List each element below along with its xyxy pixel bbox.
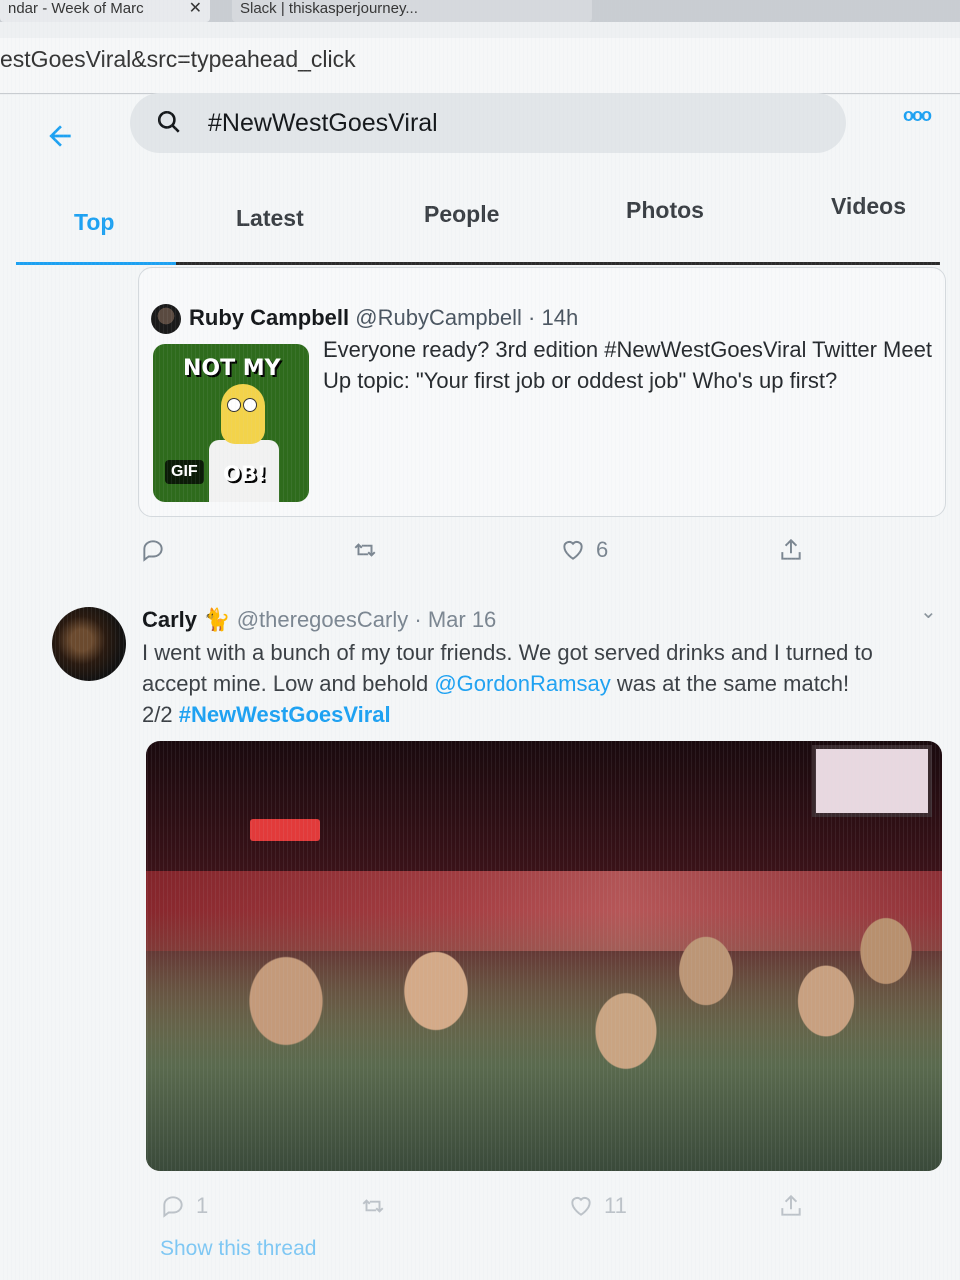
homer-head-shape bbox=[221, 384, 265, 444]
like-count: 11 bbox=[604, 1193, 627, 1218]
tweet-time: 14h bbox=[541, 305, 579, 330]
mention-link[interactable]: @GordonRamsay bbox=[434, 671, 610, 696]
reply-icon bbox=[143, 540, 163, 562]
search-input[interactable]: #NewWestGoesViral bbox=[130, 93, 846, 153]
heart-icon bbox=[571, 1196, 591, 1216]
reply-button[interactable] bbox=[140, 537, 176, 563]
browser-tab-title: Slack | thiskasperjourney... bbox=[240, 0, 418, 17]
quoted-tweet-text: Everyone ready? 3rd edition #NewWestGoes… bbox=[323, 337, 932, 393]
like-count: 6 bbox=[596, 537, 609, 562]
tweet-text-part: was at the same match! bbox=[610, 671, 850, 696]
retweet-icon bbox=[362, 1199, 384, 1213]
author-name[interactable]: Carly bbox=[142, 607, 197, 632]
chevron-down-icon[interactable]: ⌄ bbox=[920, 599, 937, 624]
gif-caption-bottom: OB! bbox=[223, 462, 267, 486]
tweet-actions: 1 11 bbox=[138, 1193, 818, 1233]
share-icon bbox=[781, 538, 801, 560]
author-name[interactable]: Ruby Campbell bbox=[189, 305, 349, 330]
search-icon bbox=[157, 110, 180, 133]
browser-tab-bar: ndar - Week of Marc ✕ Slack | thiskasper… bbox=[0, 0, 960, 22]
eye-shape bbox=[243, 398, 257, 412]
browser-tab-calendar[interactable]: ndar - Week of Marc ✕ bbox=[0, 0, 210, 22]
tweet-photo[interactable] bbox=[146, 741, 942, 1171]
reply-icon bbox=[163, 1196, 183, 1218]
back-button[interactable] bbox=[40, 120, 80, 160]
gif-caption-top: NOT MY bbox=[183, 356, 281, 381]
hashtag-link[interactable]: #NewWestGoesViral bbox=[179, 702, 391, 727]
quoted-tweet-header: Ruby Campbell @RubyCampbell · 14h bbox=[189, 305, 578, 331]
like-button[interactable]: 11 bbox=[568, 1193, 627, 1219]
retweet-button[interactable] bbox=[360, 1193, 396, 1219]
share-icon bbox=[781, 1194, 801, 1216]
url-text[interactable]: estGoesViral&src=typeahead_click bbox=[0, 46, 356, 73]
author-handle: @RubyCampbell bbox=[355, 305, 522, 330]
photo-sign-shape bbox=[250, 819, 320, 841]
reply-button[interactable]: 1 bbox=[160, 1193, 208, 1219]
like-button[interactable]: 6 bbox=[560, 537, 608, 563]
photo-crowd-shape bbox=[146, 911, 942, 1171]
retweet-button[interactable] bbox=[352, 537, 388, 563]
heart-icon bbox=[563, 540, 583, 560]
tab-latest[interactable]: Latest bbox=[236, 205, 304, 232]
quoted-tweet-card[interactable]: Ruby Campbell @RubyCampbell · 14h NOT MY… bbox=[138, 267, 946, 517]
tab-photos[interactable]: Photos bbox=[626, 197, 704, 224]
tweet-header: Carly 🐈 @theregoesCarly · Mar 16 bbox=[142, 607, 496, 633]
show-thread-link[interactable]: Show this thread bbox=[160, 1237, 316, 1261]
address-bar[interactable]: estGoesViral&src=typeahead_click bbox=[0, 38, 960, 94]
share-button[interactable] bbox=[778, 537, 804, 563]
active-tab-indicator bbox=[16, 262, 176, 265]
tab-top[interactable]: Top bbox=[74, 209, 114, 236]
tab-videos[interactable]: Videos bbox=[831, 193, 906, 220]
tweet-actions: 6 bbox=[138, 537, 818, 577]
thread-counter: 2/2 bbox=[142, 702, 179, 727]
search-tabs: Top Latest People Photos Videos bbox=[16, 185, 940, 265]
search-query: #NewWestGoesViral bbox=[208, 109, 438, 137]
avatar[interactable] bbox=[151, 304, 181, 334]
tweet-text: I went with a bunch of my tour friends. … bbox=[142, 637, 942, 730]
more-options-button[interactable]: ooo bbox=[903, 105, 932, 126]
browser-tab-title: ndar - Week of Marc bbox=[8, 0, 144, 17]
gif-badge: GIF bbox=[165, 460, 204, 484]
separator-dot: · bbox=[528, 305, 536, 330]
tweet-time: Mar 16 bbox=[427, 607, 497, 632]
gif-thumbnail[interactable]: NOT MY OB! GIF bbox=[153, 344, 309, 502]
avatar[interactable] bbox=[52, 607, 126, 681]
retweet-icon bbox=[354, 543, 376, 557]
arrow-left-icon bbox=[49, 125, 71, 147]
reply-count: 1 bbox=[196, 1193, 209, 1218]
browser-tab-slack[interactable]: Slack | thiskasperjourney... bbox=[232, 0, 592, 22]
author-handle: @theregoesCarly bbox=[236, 607, 409, 632]
separator-dot: · bbox=[414, 607, 422, 632]
close-icon[interactable]: ✕ bbox=[189, 0, 202, 18]
tab-people[interactable]: People bbox=[424, 201, 499, 228]
photo-tv-shape bbox=[812, 745, 932, 817]
twitter-page: #NewWestGoesViral ooo Top Latest People … bbox=[0, 93, 960, 1280]
screen: ndar - Week of Marc ✕ Slack | thiskasper… bbox=[0, 0, 960, 1280]
eye-shape bbox=[227, 398, 241, 412]
emoji-icon: 🐈 bbox=[203, 607, 231, 632]
share-button[interactable] bbox=[778, 1193, 804, 1219]
